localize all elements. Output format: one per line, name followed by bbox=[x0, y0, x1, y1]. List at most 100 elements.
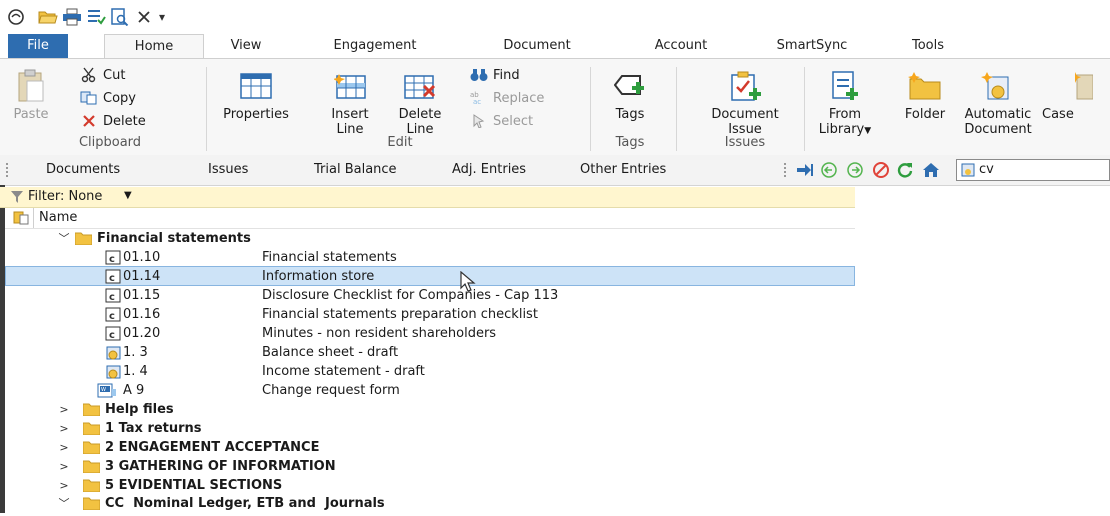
tree-folder-label: 3 GATHERING OF INFORMATION bbox=[105, 459, 336, 474]
document-issue-label-1: Document bbox=[711, 107, 779, 122]
print-preview-icon[interactable] bbox=[110, 7, 130, 27]
tab-home[interactable]: Home bbox=[104, 34, 204, 59]
properties-button[interactable]: Properties bbox=[218, 63, 294, 122]
home-icon[interactable] bbox=[922, 162, 940, 178]
delete-line-button[interactable]: Delete Line bbox=[392, 63, 448, 137]
delete-x-icon bbox=[80, 113, 98, 129]
tree-item-row[interactable]: 1. 4 Income statement - draft bbox=[5, 362, 855, 381]
delete-line-label-1: Delete bbox=[398, 107, 442, 122]
tab-file[interactable]: File bbox=[8, 34, 68, 58]
chevron-right-icon[interactable]: > bbox=[58, 438, 70, 457]
case-button[interactable]: Case bbox=[1040, 63, 1110, 122]
tab-view[interactable]: View bbox=[216, 34, 276, 58]
replace-button[interactable]: ab ac Replace bbox=[470, 88, 544, 108]
chevron-right-icon[interactable]: > bbox=[58, 400, 70, 419]
separator bbox=[676, 67, 677, 151]
find-button[interactable]: Find bbox=[470, 65, 520, 85]
tab-account[interactable]: Account bbox=[636, 34, 726, 58]
column-name-header[interactable]: Name bbox=[39, 210, 77, 225]
tree-folder-row[interactable]: > 1 Tax returns bbox=[5, 419, 855, 438]
cut-button[interactable]: Cut bbox=[80, 65, 125, 85]
tree-item-row[interactable]: 1. 3 Balance sheet - draft bbox=[5, 343, 855, 362]
tree-item-code: 1. 4 bbox=[123, 364, 148, 379]
select-button[interactable]: Select bbox=[470, 111, 533, 131]
chevron-down-icon: ▼ bbox=[864, 126, 872, 136]
close-x-icon[interactable] bbox=[134, 7, 154, 27]
copy-button[interactable]: Copy bbox=[80, 88, 136, 108]
nav-tab-documents[interactable]: Documents bbox=[46, 162, 120, 177]
refresh-icon[interactable] bbox=[896, 162, 914, 178]
document-issue-button[interactable]: Document Issue bbox=[690, 63, 800, 137]
filter-bar[interactable]: Filter: None ▼ bbox=[0, 187, 855, 208]
tree-item-row[interactable]: c 01.15 Disclosure Checklist for Compani… bbox=[5, 286, 855, 305]
client-selector[interactable]: cv bbox=[956, 159, 1110, 181]
nav-tab-other-entries[interactable]: Other Entries bbox=[580, 162, 666, 177]
print-icon[interactable] bbox=[62, 7, 82, 27]
tags-button[interactable]: Tags bbox=[604, 63, 656, 122]
nav-tab-adj-entries[interactable]: Adj. Entries bbox=[452, 162, 526, 177]
tab-tools[interactable]: Tools bbox=[898, 34, 958, 58]
tab-engagement[interactable]: Engagement bbox=[320, 34, 430, 58]
svg-text:c: c bbox=[109, 273, 115, 284]
from-library-button[interactable]: From Library▼ bbox=[812, 63, 878, 139]
tree-folder-label: CC Nominal Ledger, ETB and Journals bbox=[105, 496, 385, 511]
nav-tab-trial-balance[interactable]: Trial Balance bbox=[314, 162, 397, 177]
mouse-cursor-icon bbox=[460, 270, 478, 293]
checklist-doc-icon: c bbox=[105, 269, 121, 284]
find-label: Find bbox=[493, 67, 520, 83]
delete-line-icon bbox=[403, 69, 437, 103]
insert-line-button[interactable]: Insert Line bbox=[322, 63, 378, 137]
folder-button[interactable]: Folder bbox=[898, 63, 952, 122]
tree-folder-row[interactable]: > 3 GATHERING OF INFORMATION bbox=[5, 457, 855, 476]
tags-label: Tags bbox=[615, 107, 645, 122]
tab-smartsync[interactable]: SmartSync bbox=[762, 34, 862, 58]
tree-item-code: 01.16 bbox=[123, 307, 161, 322]
paste-label: Paste bbox=[13, 107, 49, 122]
tree-folder-row[interactable]: ﹀ CC Nominal Ledger, ETB and Journals bbox=[5, 494, 855, 513]
chevron-right-icon[interactable]: > bbox=[58, 457, 70, 476]
tree-item-row[interactable]: c 01.16 Financial statements preparation… bbox=[5, 305, 855, 324]
folder-icon bbox=[82, 479, 101, 493]
chevron-right-icon[interactable]: > bbox=[58, 419, 70, 438]
stop-icon[interactable] bbox=[872, 162, 890, 178]
chevron-right-icon[interactable]: > bbox=[58, 476, 70, 495]
app-logo-icon[interactable] bbox=[6, 7, 26, 27]
filter-dropdown-icon[interactable]: ▼ bbox=[124, 190, 132, 201]
chevron-down-icon[interactable]: ﹀ bbox=[58, 229, 70, 248]
back-icon[interactable] bbox=[820, 162, 838, 178]
tree-folder-row[interactable]: > 2 ENGAGEMENT ACCEPTANCE bbox=[5, 438, 855, 457]
tree-item-title: Income statement - draft bbox=[262, 364, 425, 379]
forward-icon[interactable] bbox=[846, 162, 864, 178]
tree-folder-row[interactable]: > Help files bbox=[5, 400, 855, 419]
tree-item-row[interactable]: c 01.10 Financial statements bbox=[5, 248, 855, 267]
svg-text:ac: ac bbox=[473, 98, 481, 105]
cursor-select-icon bbox=[470, 113, 488, 129]
delete-button[interactable]: Delete bbox=[80, 111, 146, 131]
binoculars-icon bbox=[470, 67, 488, 83]
tree-item-row[interactable]: W A 9 Change request form bbox=[5, 381, 855, 400]
tree-item-row[interactable]: c 01.20 Minutes - non resident sharehold… bbox=[5, 324, 855, 343]
jump-to-icon[interactable] bbox=[796, 162, 814, 178]
tab-document[interactable]: Document bbox=[486, 34, 588, 58]
library-icon bbox=[828, 69, 862, 103]
checklist-icon[interactable] bbox=[86, 7, 106, 27]
folder-icon bbox=[82, 422, 101, 436]
navigation-bar: Documents Issues Trial Balance Adj. Entr… bbox=[0, 155, 1110, 186]
automatic-document-button[interactable]: Automatic Document bbox=[956, 63, 1040, 137]
tag-icon bbox=[613, 69, 647, 103]
nav-tab-issues[interactable]: Issues bbox=[208, 162, 248, 177]
cut-label: Cut bbox=[103, 67, 126, 83]
customize-qat-icon[interactable]: ▾ bbox=[156, 7, 168, 27]
separator bbox=[206, 67, 207, 151]
tree-item-code: A 9 bbox=[123, 383, 145, 398]
tree-item-row-selected[interactable]: c 01.14 Information store bbox=[5, 266, 855, 286]
folder-icon bbox=[82, 460, 101, 474]
automatic-document-icon bbox=[105, 345, 121, 360]
tree-folder-row[interactable]: ﹀ Financial statements bbox=[5, 229, 855, 248]
svg-text:c: c bbox=[109, 292, 115, 303]
paste-button[interactable]: Paste bbox=[6, 63, 56, 122]
chevron-down-icon[interactable]: ﹀ bbox=[58, 494, 70, 513]
tree-folder-row[interactable]: > 5 EVIDENTIAL SECTIONS bbox=[5, 476, 855, 495]
open-folder-icon[interactable] bbox=[38, 7, 58, 27]
separator bbox=[804, 67, 805, 151]
